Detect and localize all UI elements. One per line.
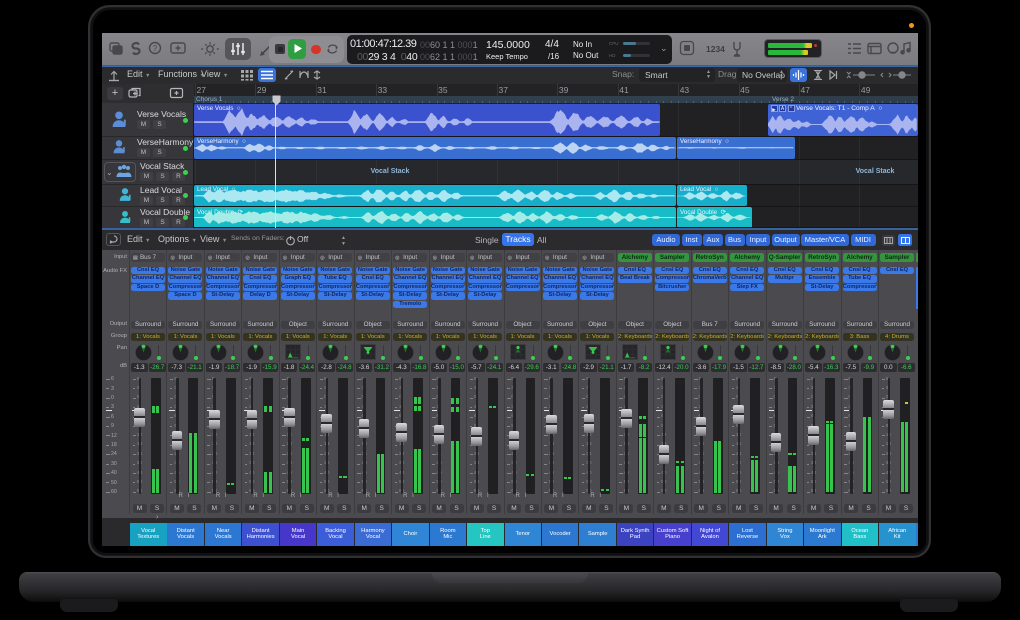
- svg-text:?: ?: [153, 44, 158, 53]
